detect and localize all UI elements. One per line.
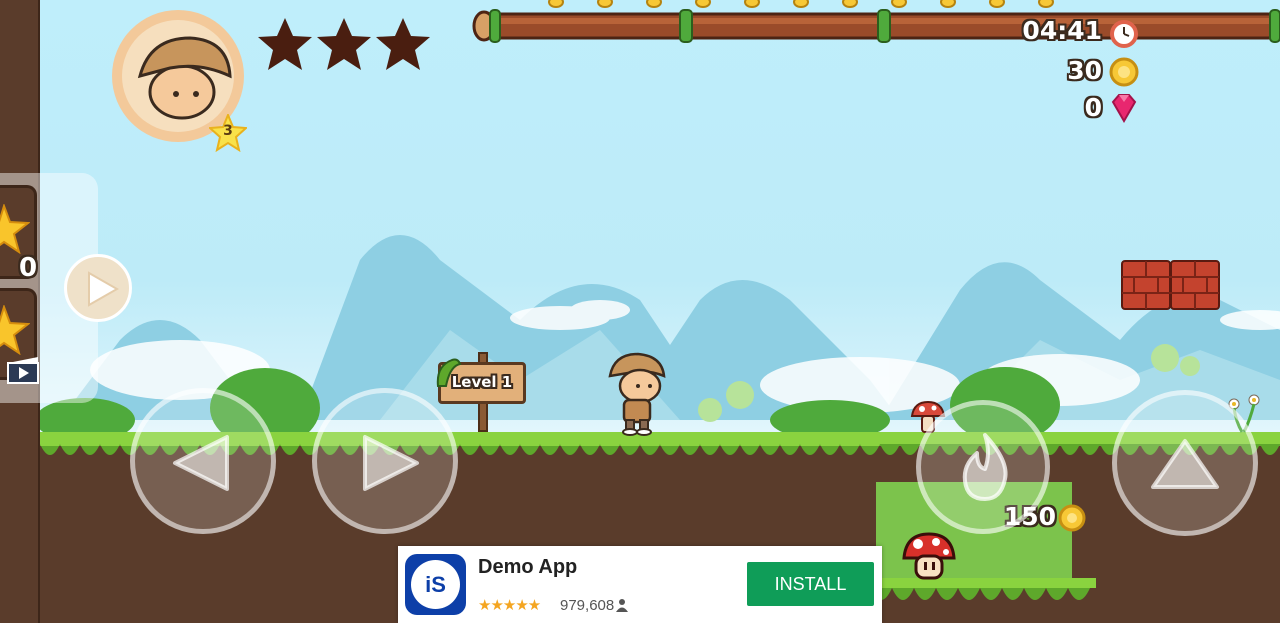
log-platform — [472, 0, 1280, 43]
fire-button[interactable] — [916, 400, 1050, 534]
player-level-badge: 3 — [209, 114, 247, 152]
side-panel-toggle-button[interactable] — [64, 254, 132, 322]
player-level-text: 3 — [223, 123, 233, 139]
arrow-right-icon — [363, 435, 419, 491]
ad-install-button[interactable]: INSTALL — [747, 562, 874, 606]
user-icon — [616, 599, 628, 612]
ad-rating-stars-icon: ★★★★★ — [478, 596, 541, 614]
arrow-up-icon — [1151, 439, 1219, 489]
sign-vine — [436, 358, 462, 387]
gem-icon — [1111, 94, 1137, 123]
brick-blocks — [1121, 260, 1220, 310]
jump-button[interactable] — [1112, 390, 1258, 536]
ad-review-count: 979,608 — [560, 597, 615, 614]
fire-icon — [962, 433, 1008, 501]
star-icon-3 — [376, 18, 430, 70]
move-right-button[interactable] — [312, 388, 458, 534]
clock-icon — [1110, 20, 1138, 48]
ad-install-label: INSTALL — [774, 574, 847, 594]
move-left-button[interactable] — [130, 388, 276, 534]
star-icon-2 — [317, 18, 371, 70]
coin-row — [548, 0, 1054, 8]
reward-star-icon — [0, 204, 30, 254]
timer-text: 04:41 — [1022, 16, 1102, 45]
side-counter-text: 0 — [18, 253, 38, 283]
mushroom-enemy — [902, 532, 956, 580]
pit-grass — [870, 578, 1096, 600]
reward-star-icon — [0, 305, 30, 355]
coin-icon — [1109, 57, 1139, 87]
star-icon-1 — [258, 18, 312, 70]
ad-app-name[interactable]: Demo App — [478, 556, 577, 579]
level-stars — [258, 18, 430, 70]
gem-count-text: 0 — [1084, 93, 1102, 122]
coin-bonus-icon — [1058, 504, 1086, 532]
ad-icon-text: iS — [425, 572, 446, 597]
coin-count-text: 30 — [1067, 56, 1102, 85]
video-ad-icon[interactable] — [6, 355, 40, 385]
arrow-left-icon — [173, 435, 229, 491]
play-icon — [88, 271, 119, 307]
ad-app-icon[interactable]: iS — [405, 554, 466, 615]
ad-banner[interactable]: iS Demo App ★★★★★ 979,608 INSTALL — [398, 546, 882, 623]
player-character — [608, 352, 666, 436]
